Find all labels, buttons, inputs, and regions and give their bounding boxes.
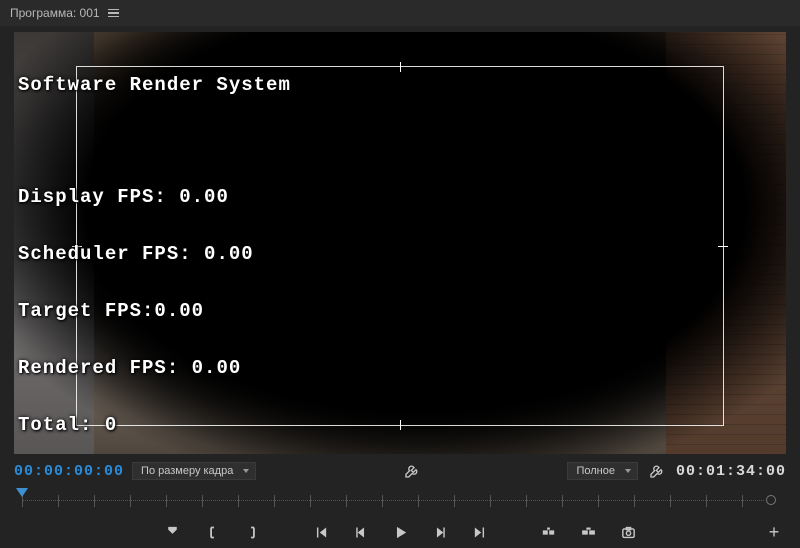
panel-menu-icon[interactable]: [108, 9, 119, 18]
zoom-dropdown[interactable]: По размеру кадра: [132, 462, 256, 480]
insert-button[interactable]: [535, 520, 561, 544]
add-button[interactable]: +: [764, 522, 784, 543]
overwrite-button[interactable]: [575, 520, 601, 544]
mark-in-button[interactable]: [159, 520, 185, 544]
go-to-out-button[interactable]: [467, 520, 493, 544]
program-monitor[interactable]: Software Render System Display FPS: 0.00…: [14, 32, 786, 454]
current-timecode[interactable]: 00:00:00:00: [14, 463, 124, 480]
mark-in-bracket-button[interactable]: [199, 520, 225, 544]
timeline-track: [22, 500, 764, 502]
stats-heading: Software Render System: [16, 76, 776, 95]
program-panel-header: Программа: 001: [0, 0, 800, 26]
timeline-end-marker: [766, 495, 776, 505]
export-frame-button[interactable]: [615, 520, 641, 544]
play-button[interactable]: [387, 520, 413, 544]
chevron-down-icon: [243, 469, 249, 473]
mark-out-bracket-button[interactable]: [239, 520, 265, 544]
stats-total: Total: 0: [16, 416, 776, 435]
step-back-button[interactable]: [347, 520, 373, 544]
playhead-icon[interactable]: [16, 488, 28, 497]
chevron-down-icon: [625, 469, 631, 473]
render-stats-overlay: Software Render System Display FPS: 0.00…: [16, 38, 776, 454]
monitor-controls-row: 00:00:00:00 По размеру кадра Полное 00:0…: [0, 454, 800, 482]
zoom-dropdown-label: По размеру кадра: [141, 465, 233, 477]
panel-title: Программа: 001: [10, 6, 100, 20]
stats-scheduler-fps: Scheduler FPS: 0.00: [16, 245, 776, 264]
stats-display-fps: Display FPS: 0.00: [16, 188, 776, 207]
resolution-dropdown-label: Полное: [576, 465, 615, 477]
step-forward-button[interactable]: [427, 520, 453, 544]
settings-wrench-icon[interactable]: [646, 460, 668, 482]
duration-timecode[interactable]: 00:01:34:00: [676, 463, 786, 480]
transport-controls: +: [0, 514, 800, 548]
resolution-dropdown[interactable]: Полное: [567, 462, 638, 480]
settings-wrench-left-icon[interactable]: [401, 460, 423, 482]
timeline-scrubber[interactable]: [14, 488, 786, 514]
go-to-in-button[interactable]: [307, 520, 333, 544]
stats-rendered-fps: Rendered FPS: 0.00: [16, 359, 776, 378]
stats-target-fps: Target FPS:0.00: [16, 302, 776, 321]
